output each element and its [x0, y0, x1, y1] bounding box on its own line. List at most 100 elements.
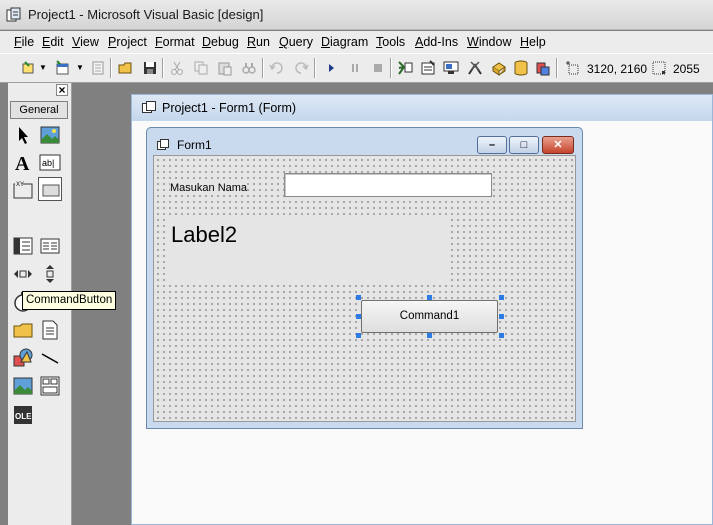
find-icon[interactable]	[240, 59, 258, 77]
toolbar-separator	[390, 58, 392, 78]
menu-diagram[interactable]: Diagram	[321, 35, 368, 49]
title-bar: Project1 - Microsoft Visual Basic [desig…	[0, 0, 713, 30]
toolbox-general-tab[interactable]: General	[10, 101, 68, 119]
close-button[interactable]: ✕	[542, 136, 574, 154]
end-icon[interactable]	[369, 59, 387, 77]
properties-window-icon[interactable]	[419, 59, 437, 77]
form-window-icon	[142, 101, 156, 113]
maximize-icon: □	[520, 139, 528, 151]
undo-icon[interactable]	[268, 59, 286, 77]
toolbox-icon[interactable]	[490, 59, 508, 77]
data-view-icon[interactable]	[512, 59, 530, 77]
resize-handle-ne[interactable]	[499, 295, 504, 300]
frame-tool-icon[interactable]: XY	[11, 177, 35, 201]
size-readout: 2055	[673, 62, 700, 76]
menu-editor-icon[interactable]	[89, 59, 107, 77]
save-project-icon[interactable]	[141, 59, 159, 77]
position-icon	[563, 59, 581, 77]
combobox-tool-icon[interactable]	[11, 234, 35, 258]
add-form-icon[interactable]	[54, 59, 72, 77]
svg-text:ab|: ab|	[42, 158, 54, 168]
resize-handle-s[interactable]	[427, 333, 432, 338]
component-manager-icon[interactable]	[534, 59, 552, 77]
ole-tool-icon[interactable]: OLE	[11, 402, 35, 426]
menu-query[interactable]: Query	[279, 35, 313, 49]
menu-window[interactable]: Window	[467, 35, 511, 49]
menu-help[interactable]: Help	[520, 35, 546, 49]
form-layout-icon[interactable]	[442, 59, 460, 77]
minimize-icon: –	[488, 139, 496, 151]
menu-project[interactable]: Project	[108, 35, 147, 49]
menu-format[interactable]: Format	[155, 35, 195, 49]
svg-text:A: A	[15, 153, 30, 174]
toolbar-separator	[556, 58, 558, 78]
text1-control[interactable]	[284, 173, 492, 197]
resize-handle-nw[interactable]	[356, 295, 361, 300]
position-readout: 3120, 2160	[587, 62, 648, 76]
menu-bar: File Edit View Project Format Debug Run …	[0, 31, 713, 53]
menu-run[interactable]: Run	[247, 35, 270, 49]
pointer-tool-icon[interactable]	[11, 123, 35, 147]
toolbar-separator	[314, 58, 316, 78]
project-explorer-icon[interactable]	[396, 59, 414, 77]
copy-icon[interactable]	[192, 59, 210, 77]
toolbar-separator	[162, 58, 164, 78]
hscrollbar-tool-icon[interactable]	[11, 262, 35, 286]
vb-app-icon[interactable]	[6, 7, 22, 23]
menu-edit[interactable]: Edit	[42, 35, 64, 49]
form-canvas[interactable]: Masukan Nama Label2 Command1	[153, 155, 576, 422]
resize-handle-sw[interactable]	[356, 333, 361, 338]
toolbox-tooltip: CommandButton	[22, 291, 117, 310]
add-project-dropdown-icon[interactable]: ▼	[39, 63, 47, 72]
designer-title: Project1 - Form1 (Form)	[162, 101, 297, 115]
toolbox-panel: × General A ab| XY CommandButton OLE	[8, 83, 117, 525]
resize-handle-n[interactable]	[427, 295, 432, 300]
add-project-icon[interactable]	[20, 59, 38, 77]
form1-caption: Form1	[177, 138, 212, 152]
resize-handle-e[interactable]	[499, 314, 504, 319]
open-project-icon[interactable]	[117, 59, 135, 77]
cut-icon[interactable]	[168, 59, 186, 77]
close-icon: ✕	[553, 139, 563, 151]
shape-tool-icon[interactable]	[11, 346, 35, 370]
designer-title-bar[interactable]: Project1 - Form1 (Form)	[132, 95, 712, 121]
label1-control[interactable]: Masukan Nama	[170, 182, 248, 194]
command1-button[interactable]: Command1	[361, 300, 498, 333]
menu-tools[interactable]: Tools	[376, 35, 405, 49]
commandbutton-tool-icon[interactable]	[38, 177, 62, 201]
toolbar-separator	[110, 58, 112, 78]
menu-add-ins[interactable]: Add-Ins	[415, 35, 458, 49]
resize-handle-w[interactable]	[356, 314, 361, 319]
break-icon[interactable]	[346, 59, 364, 77]
filelistbox-tool-icon[interactable]	[38, 318, 62, 342]
menu-view[interactable]: View	[72, 35, 99, 49]
minimize-button[interactable]: –	[477, 136, 507, 154]
redo-icon[interactable]	[292, 59, 310, 77]
paste-icon[interactable]	[216, 59, 234, 77]
line-tool-icon[interactable]	[38, 346, 62, 370]
form1-title-bar[interactable]: Form1 – □ ✕	[147, 128, 582, 155]
start-icon[interactable]	[322, 59, 340, 77]
image-tool-icon[interactable]	[11, 374, 35, 398]
size-icon	[650, 59, 668, 77]
maximize-button[interactable]: □	[509, 136, 539, 154]
standard-toolbar: ▼ ▼ 3120, 2160 2055	[0, 53, 713, 83]
resize-handle-se[interactable]	[499, 333, 504, 338]
form1-icon	[157, 139, 169, 150]
label2-control[interactable]: Label2	[166, 216, 448, 282]
window-title: Project1 - Microsoft Visual Basic [desig…	[28, 7, 264, 22]
data-tool-icon[interactable]	[38, 374, 62, 398]
picturebox-tool-icon[interactable]	[38, 123, 62, 147]
add-form-dropdown-icon[interactable]: ▼	[76, 63, 84, 72]
object-browser-icon[interactable]	[466, 59, 484, 77]
toolbox-close-icon[interactable]: ×	[56, 84, 68, 96]
textbox-tool-icon[interactable]: ab|	[38, 150, 62, 174]
dirlistbox-tool-icon[interactable]	[11, 318, 35, 342]
vscrollbar-tool-icon[interactable]	[38, 262, 62, 286]
listbox-tool-icon[interactable]	[38, 234, 62, 258]
label-tool-icon[interactable]: A	[11, 150, 35, 174]
form1-window[interactable]: Form1 – □ ✕ Masukan Nama Label2 Command1	[146, 127, 583, 429]
menu-file[interactable]: File	[14, 35, 34, 49]
menu-debug[interactable]: Debug	[202, 35, 239, 49]
svg-text:XY: XY	[16, 182, 24, 188]
